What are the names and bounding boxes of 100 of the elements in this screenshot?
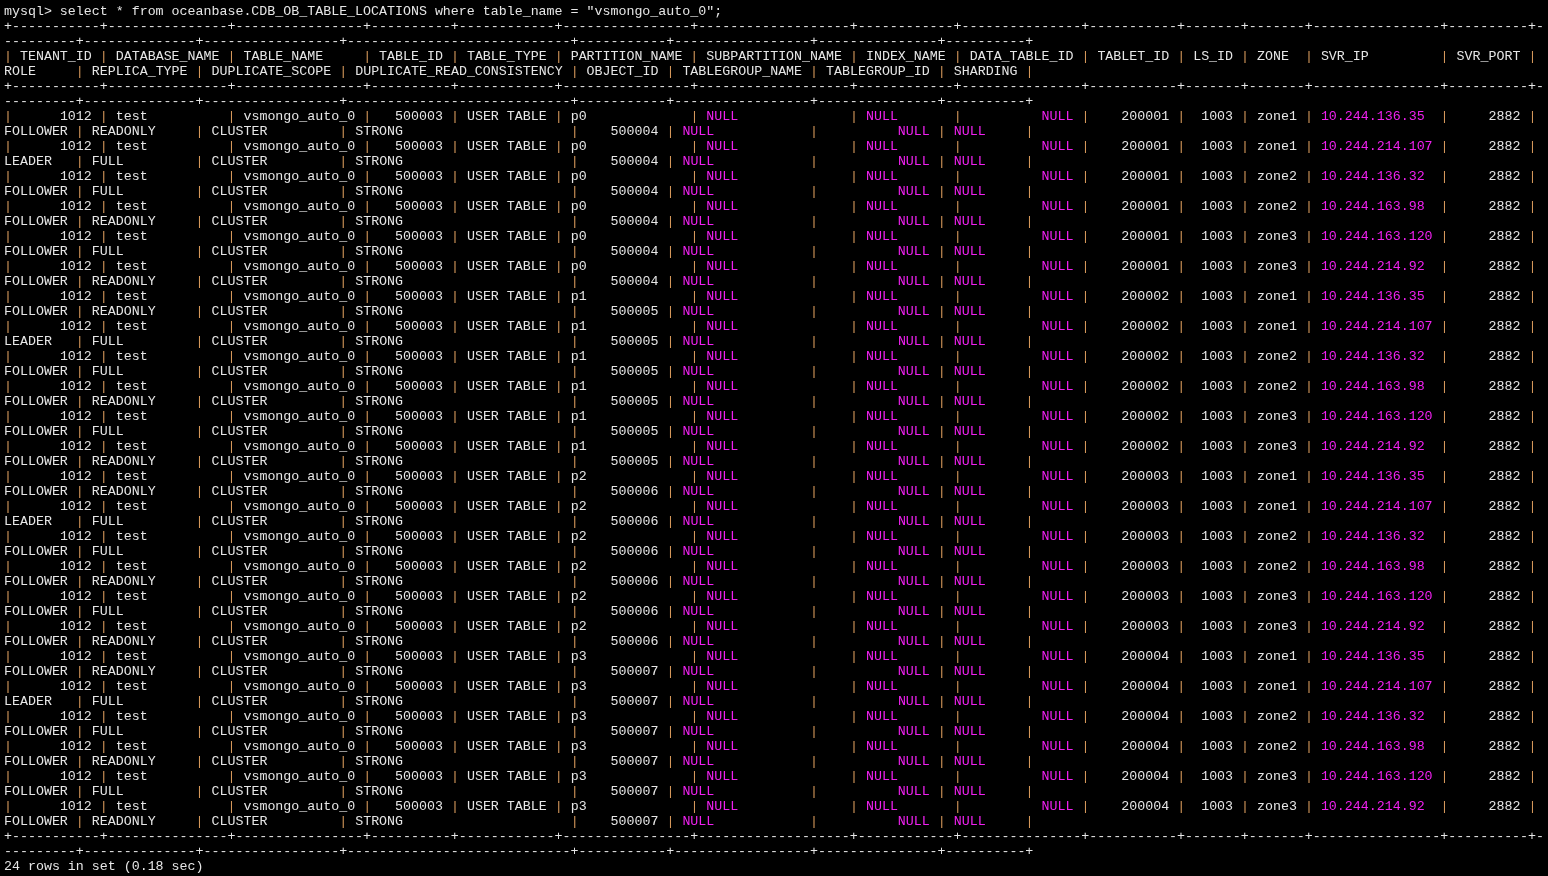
table-cell: NULL (953, 754, 986, 769)
column-separator: | (570, 514, 579, 529)
table-cell: 1012 (59, 259, 92, 274)
column-separator: | (1440, 499, 1449, 514)
column-separator: | (850, 109, 858, 124)
table-cell: 1003 (1201, 679, 1234, 694)
table-cell: NULL (865, 499, 898, 514)
table-cell: NULL (865, 769, 898, 784)
table-cell: FOLLOWER (4, 244, 68, 259)
column-separator: | (99, 499, 108, 514)
column-separator: | (1528, 349, 1537, 364)
table-cell: vsmongo_auto_0 (243, 169, 356, 184)
table-cell: 2882 (1488, 499, 1521, 514)
table-cell: NULL (897, 514, 930, 529)
column-separator: | (690, 469, 699, 484)
column-separator: | (339, 784, 348, 799)
column-separator: | (4, 199, 12, 214)
column-separator: | (810, 664, 819, 679)
table-cell: zone2 (1257, 709, 1297, 724)
table-cell: 2882 (1488, 169, 1521, 184)
column-separator: | (953, 379, 962, 394)
column-separator: | (1304, 649, 1313, 664)
table-cell: 2882 (1488, 799, 1521, 814)
column-separator: | (227, 319, 236, 334)
table-cell: vsmongo_auto_0 (243, 739, 356, 754)
column-separator: | (690, 229, 699, 244)
column-separator: | (690, 289, 699, 304)
column-separator: | (227, 49, 236, 64)
column-separator: | (1304, 739, 1313, 754)
column-separator: | (666, 214, 675, 229)
column-separator: | (953, 139, 962, 154)
table-cell: NULL (682, 634, 715, 649)
table-cell: NULL (1041, 439, 1074, 454)
table-cell: 500006 (610, 514, 659, 529)
column-separator: | (1177, 409, 1186, 424)
column-separator: | (1081, 379, 1090, 394)
column-separator: | (4, 499, 12, 514)
column-separator: | (75, 364, 84, 379)
table-cell: FULL (91, 424, 124, 439)
table-cell: CLUSTER (211, 454, 268, 469)
column-separator: | (937, 514, 946, 529)
column-header: INDEX_NAME (865, 49, 946, 64)
table-cell: USER TABLE (466, 499, 547, 514)
table-cell: 200003 (1121, 529, 1170, 544)
table-cell: 1012 (59, 439, 92, 454)
table-cell: USER TABLE (466, 799, 547, 814)
column-separator: | (1528, 289, 1537, 304)
column-separator: | (1025, 724, 1034, 739)
column-separator: | (666, 814, 675, 829)
table-cell: NULL (953, 214, 986, 229)
column-separator: | (1177, 619, 1186, 634)
column-separator: | (1440, 109, 1449, 124)
column-separator: | (810, 634, 819, 649)
table-cell: 200003 (1121, 559, 1170, 574)
column-separator: | (4, 289, 12, 304)
column-separator: | (554, 259, 563, 274)
table-cell: 500003 (395, 349, 443, 364)
column-separator: | (1304, 499, 1313, 514)
column-separator: | (1177, 229, 1186, 244)
column-separator: | (1528, 229, 1537, 244)
column-separator: | (99, 799, 108, 814)
table-cell: NULL (1041, 469, 1074, 484)
table-cell: 500007 (610, 754, 659, 769)
column-separator: | (75, 574, 84, 589)
column-separator: | (1440, 409, 1449, 424)
table-cell: NULL (897, 184, 930, 199)
table-cell: NULL (682, 754, 715, 769)
column-separator: | (666, 634, 675, 649)
table-cell: zone2 (1257, 379, 1297, 394)
column-separator: | (363, 379, 372, 394)
column-header: SVR_IP (1320, 49, 1369, 64)
column-separator: | (850, 229, 858, 244)
table-cell: NULL (865, 709, 898, 724)
table-cell: 10.244.163.120 (1320, 589, 1433, 604)
column-separator: | (75, 424, 84, 439)
column-header: DUPLICATE_SCOPE (211, 64, 332, 79)
table-cell: NULL (682, 184, 715, 199)
table-cell: STRONG (355, 244, 404, 259)
table-cell: 500007 (610, 694, 659, 709)
table-cell: STRONG (355, 124, 404, 139)
column-separator: | (570, 754, 579, 769)
column-separator: | (690, 499, 699, 514)
table-cell: 500005 (610, 304, 659, 319)
column-separator: | (75, 244, 84, 259)
column-header: DATABASE_NAME (115, 49, 220, 64)
column-separator: | (554, 619, 563, 634)
table-cell: NULL (1041, 799, 1074, 814)
table-cell: 500003 (395, 379, 443, 394)
table-cell: zone2 (1257, 529, 1297, 544)
column-separator: | (339, 154, 348, 169)
table-cell: NULL (865, 529, 898, 544)
column-separator: | (1304, 199, 1313, 214)
table-cell: STRONG (355, 394, 404, 409)
table-cell: test (115, 259, 148, 274)
table-cell: NULL (953, 274, 986, 289)
table-cell: CLUSTER (211, 124, 268, 139)
column-separator: | (570, 604, 579, 619)
column-separator: | (75, 664, 84, 679)
column-separator: | (195, 274, 204, 289)
column-separator: | (1241, 439, 1250, 454)
